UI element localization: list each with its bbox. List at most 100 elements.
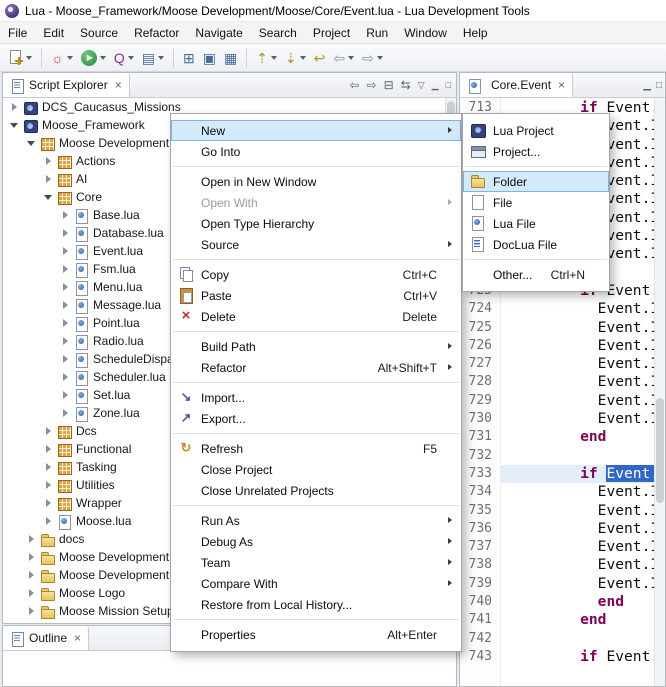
menubar-item-help[interactable]: Help bbox=[455, 22, 496, 43]
new-submenu-item-doclua-file[interactable]: DocLua File bbox=[463, 234, 609, 255]
context-menu-item-refresh[interactable]: ↻RefreshF5 bbox=[171, 438, 461, 459]
expand-twistie-icon[interactable] bbox=[60, 390, 71, 401]
code-line[interactable]: Event.I bbox=[501, 520, 665, 538]
new-submenu-item-lua-project[interactable]: Lua Project bbox=[463, 120, 609, 141]
minimize-icon[interactable]: ▁ bbox=[643, 80, 651, 91]
expand-twistie-icon[interactable] bbox=[26, 552, 37, 563]
code-line[interactable]: if Event.ta bbox=[501, 648, 665, 666]
new-submenu-item-lua-file[interactable]: Lua File bbox=[463, 213, 609, 234]
expand-twistie-icon[interactable] bbox=[43, 480, 54, 491]
context-menu-item-properties[interactable]: PropertiesAlt+Enter bbox=[171, 624, 461, 645]
close-icon[interactable]: × bbox=[74, 632, 81, 644]
context-menu-item-open-in-new-window[interactable]: Open in New Window bbox=[171, 171, 461, 192]
link-with-editor-icon[interactable]: ⇆ bbox=[401, 79, 411, 91]
context-menu-item-copy[interactable]: CopyCtrl+C bbox=[171, 264, 461, 285]
maximize-icon[interactable]: □ bbox=[656, 80, 662, 91]
new-submenu-item-file[interactable]: File bbox=[463, 192, 609, 213]
context-menu-item-team[interactable]: Team bbox=[171, 552, 461, 573]
code-line[interactable]: Event.I bbox=[501, 392, 665, 410]
code-line[interactable]: Event.I bbox=[501, 373, 665, 391]
code-line[interactable]: end bbox=[501, 428, 665, 446]
expand-twistie-icon[interactable] bbox=[43, 462, 54, 473]
maximize-icon[interactable]: □ bbox=[446, 81, 451, 90]
coverage-button[interactable]: Q bbox=[111, 46, 137, 69]
editor-scrollbar-thumb[interactable] bbox=[656, 398, 664, 503]
console-button[interactable]: ▣ bbox=[200, 46, 219, 69]
collapse-twistie-icon[interactable] bbox=[9, 120, 20, 131]
expand-twistie-icon[interactable] bbox=[60, 228, 71, 239]
code-line[interactable]: Event.I bbox=[501, 483, 665, 501]
code-line[interactable]: Event.I bbox=[501, 538, 665, 556]
code-line[interactable] bbox=[501, 447, 665, 465]
context-menu-item-debug-as[interactable]: Debug As bbox=[171, 531, 461, 552]
expand-twistie-icon[interactable] bbox=[43, 426, 54, 437]
new-submenu-item-folder[interactable]: Folder bbox=[463, 171, 609, 192]
expand-twistie-icon[interactable] bbox=[43, 156, 54, 167]
code-line[interactable]: Event.I bbox=[501, 575, 665, 593]
context-menu-item-delete[interactable]: ×DeleteDelete bbox=[171, 306, 461, 327]
expand-twistie-icon[interactable] bbox=[26, 588, 37, 599]
expand-twistie-icon[interactable] bbox=[60, 408, 71, 419]
code-line[interactable]: Event.I bbox=[501, 410, 665, 428]
last-edit-location-button[interactable]: ↩ bbox=[311, 46, 329, 69]
menubar-item-source[interactable]: Source bbox=[72, 22, 126, 43]
tab-script-explorer[interactable]: Script Explorer × bbox=[3, 73, 130, 97]
code-line[interactable]: Event.I bbox=[501, 300, 665, 318]
collapse-twistie-icon[interactable] bbox=[26, 138, 37, 149]
view-menu-icon[interactable]: ▽ bbox=[418, 81, 425, 90]
context-menu-item-build-path[interactable]: Build Path bbox=[171, 336, 461, 357]
context-menu-item-source[interactable]: Source bbox=[171, 234, 461, 255]
collapse-twistie-icon[interactable] bbox=[43, 192, 54, 203]
new-submenu-item-other[interactable]: Other...Ctrl+N bbox=[463, 264, 609, 285]
context-menu-item-run-as[interactable]: Run As bbox=[171, 510, 461, 531]
context-menu-item-go-into[interactable]: Go Into bbox=[171, 141, 461, 162]
tab-core-event[interactable]: Core.Event × bbox=[460, 73, 573, 97]
code-line[interactable] bbox=[501, 630, 665, 648]
context-menu-item-open-type-hierarchy[interactable]: Open Type Hierarchy bbox=[171, 213, 461, 234]
context-menu-item-paste[interactable]: PasteCtrl+V bbox=[171, 285, 461, 306]
context-menu-item-open-with[interactable]: Open With bbox=[171, 192, 461, 213]
menubar-item-refactor[interactable]: Refactor bbox=[126, 22, 187, 43]
expand-twistie-icon[interactable] bbox=[26, 570, 37, 581]
expand-twistie-icon[interactable] bbox=[43, 444, 54, 455]
expand-twistie-icon[interactable] bbox=[26, 606, 37, 617]
code-line[interactable]: Event.I bbox=[501, 502, 665, 520]
editor-scrollbar[interactable] bbox=[654, 98, 665, 686]
code-line[interactable]: Event.I bbox=[501, 337, 665, 355]
code-line[interactable]: Event.I bbox=[501, 355, 665, 373]
expand-twistie-icon[interactable] bbox=[60, 336, 71, 347]
expand-twistie-icon[interactable] bbox=[43, 516, 54, 527]
menubar-item-navigate[interactable]: Navigate bbox=[187, 22, 250, 43]
new-submenu-item-project[interactable]: Project... bbox=[463, 141, 609, 162]
tab-outline[interactable]: Outline × bbox=[3, 626, 89, 650]
code-line[interactable]: Event.I bbox=[501, 556, 665, 574]
show-view-button[interactable]: ⊞ bbox=[180, 46, 198, 69]
collapse-all-icon[interactable]: ⊟ bbox=[384, 79, 394, 91]
expand-twistie-icon[interactable] bbox=[60, 282, 71, 293]
close-icon[interactable]: × bbox=[115, 79, 122, 91]
context-menu-item-new[interactable]: New bbox=[171, 120, 461, 141]
external-tools-button[interactable]: ☼ bbox=[48, 46, 76, 69]
new-wizard-button[interactable] bbox=[5, 46, 35, 69]
close-icon[interactable]: × bbox=[558, 79, 565, 91]
expand-twistie-icon[interactable] bbox=[60, 318, 71, 329]
expand-twistie-icon[interactable] bbox=[60, 300, 71, 311]
previous-annotation-button[interactable]: ⇡ bbox=[253, 46, 280, 69]
menubar-item-project[interactable]: Project bbox=[305, 22, 358, 43]
minimize-icon[interactable]: ▁ bbox=[432, 81, 439, 90]
expand-twistie-icon[interactable] bbox=[26, 534, 37, 545]
menubar-item-run[interactable]: Run bbox=[358, 22, 396, 43]
code-line[interactable]: if Event. bbox=[501, 465, 665, 483]
context-menu-item-export[interactable]: ↗Export... bbox=[171, 408, 461, 429]
menubar-item-search[interactable]: Search bbox=[251, 22, 305, 43]
menubar-item-edit[interactable]: Edit bbox=[35, 22, 72, 43]
context-menu-item-refactor[interactable]: RefactorAlt+Shift+T bbox=[171, 357, 461, 378]
expand-twistie-icon[interactable] bbox=[9, 102, 20, 113]
launch-config-button[interactable]: ▤ bbox=[139, 46, 167, 69]
menubar-item-window[interactable]: Window bbox=[396, 22, 455, 43]
back-arrow-icon[interactable]: ⇦ bbox=[349, 79, 359, 91]
context-menu-item-import[interactable]: ↘Import... bbox=[171, 387, 461, 408]
task-list-button[interactable]: ▦ bbox=[221, 46, 240, 69]
expand-twistie-icon[interactable] bbox=[60, 354, 71, 365]
code-line[interactable]: end bbox=[501, 593, 665, 611]
